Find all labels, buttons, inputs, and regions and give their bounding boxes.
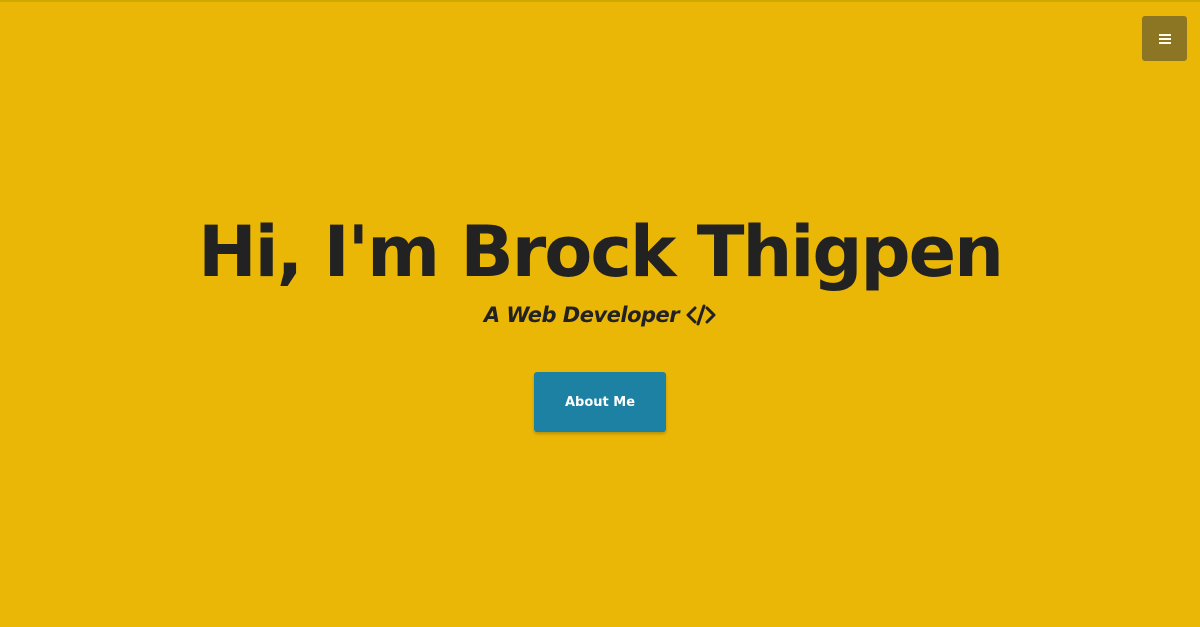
hero-title: Hi, I'm Brock Thigpen (198, 211, 1004, 293)
about-me-button[interactable]: About Me (534, 372, 666, 432)
hero-subtitle: A Web Developer (483, 303, 680, 327)
hamburger-menu-icon (1158, 33, 1171, 45)
code-icon (686, 304, 716, 326)
hero-subtitle-row: A Web Developer (0, 298, 1200, 332)
menu-button[interactable] (1142, 16, 1187, 61)
hero-section: Hi, I'm Brock Thigpen A Web Developer Ab… (0, 0, 1200, 627)
